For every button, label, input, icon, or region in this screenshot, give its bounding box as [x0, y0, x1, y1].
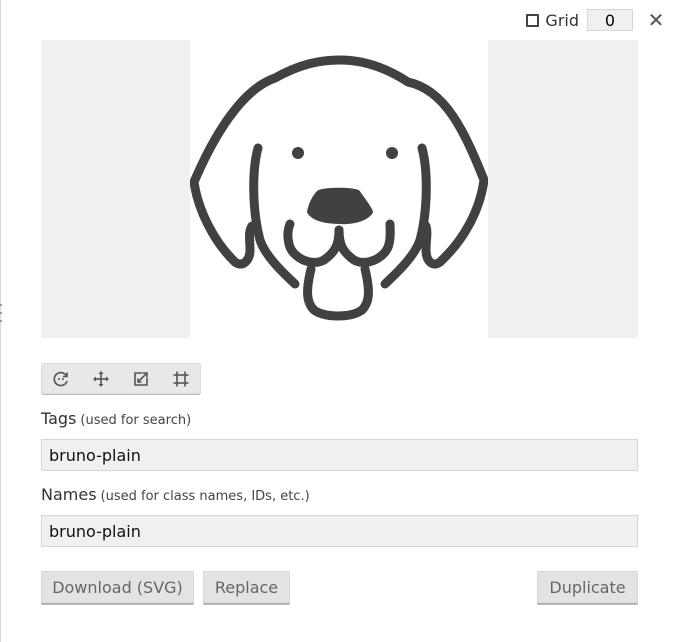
icon-preview-area — [41, 40, 638, 338]
crop-icon — [173, 371, 189, 386]
icon-editor-dialog: Grid ✕ — [0, 0, 677, 642]
rotate-button[interactable] — [41, 363, 81, 394]
grid-label: Grid — [545, 10, 579, 30]
names-input[interactable] — [41, 515, 638, 547]
tags-input[interactable] — [41, 439, 638, 471]
names-hint: (used for class names, IDs, etc.) — [100, 489, 310, 504]
move-button[interactable] — [81, 363, 121, 394]
dog-face-icon — [190, 55, 488, 321]
crop-button[interactable] — [161, 363, 201, 394]
close-icon[interactable]: ✕ — [647, 10, 665, 30]
duplicate-button[interactable]: Duplicate — [537, 571, 638, 603]
tags-label: Tags (used for search) — [41, 409, 191, 428]
transform-toolbar — [41, 363, 201, 394]
scale-button[interactable] — [121, 363, 161, 394]
grid-size-input[interactable] — [587, 9, 633, 31]
replace-button[interactable]: Replace — [203, 571, 290, 603]
rotate-icon — [53, 371, 68, 386]
top-bar: Grid ✕ — [526, 8, 665, 32]
move-icon — [93, 370, 109, 387]
icon-preview-canvas — [190, 40, 488, 338]
tags-label-text: Tags — [41, 409, 77, 428]
names-label: Names (used for class names, IDs, etc.) — [41, 485, 310, 504]
download-svg-button[interactable]: Download (SVG) — [41, 571, 194, 603]
resize-handle[interactable] — [0, 304, 3, 322]
grid-checkbox[interactable] — [526, 13, 540, 27]
scale-icon — [134, 371, 148, 386]
names-label-text: Names — [41, 485, 97, 504]
tags-hint: (used for search) — [80, 413, 192, 428]
